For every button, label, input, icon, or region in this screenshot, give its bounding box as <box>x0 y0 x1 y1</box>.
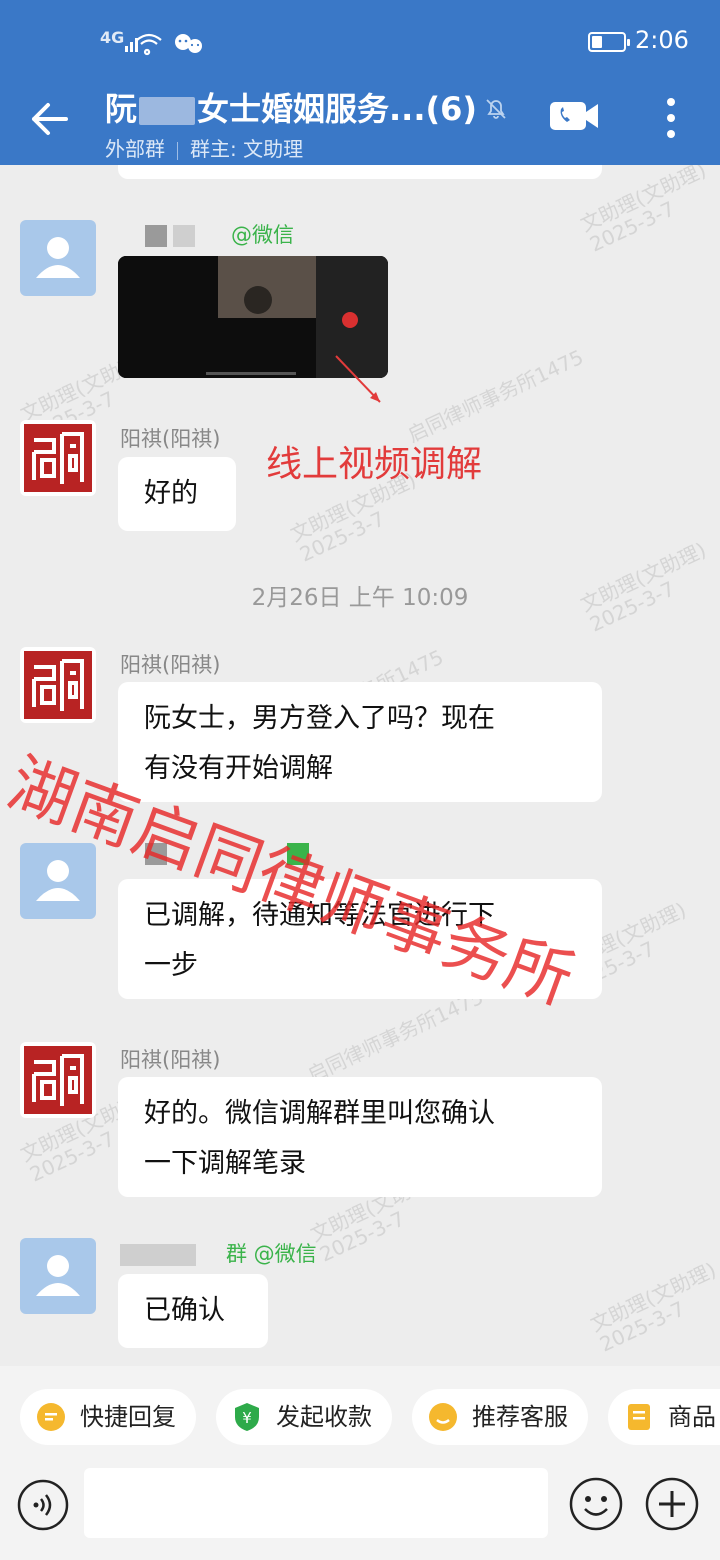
quick-reply-button[interactable]: 快捷回复 <box>20 1389 196 1445</box>
service-icon <box>429 1403 457 1431</box>
message-timestamp: 2月26日 上午 10:09 <box>251 585 469 611</box>
default-user-icon <box>36 860 80 901</box>
sender-name: 阳祺(阳祺) <box>120 653 221 677</box>
watermark: 启同律师事务所1475 <box>403 344 588 448</box>
back-arrow-icon[interactable] <box>26 96 72 142</box>
payment-button[interactable]: ¥ 发起收款 <box>216 1389 392 1445</box>
sender-name: 群 @微信 <box>120 1238 317 1268</box>
status-time: 2:06 <box>635 26 689 54</box>
annotation-arrow <box>335 355 381 403</box>
product-icon <box>628 1404 650 1430</box>
message-text: 一步 <box>144 950 198 981</box>
sender-name: 阳祺(阳祺) <box>120 427 221 451</box>
default-user-icon <box>36 1255 80 1296</box>
watermark: 文助理(文助理) 2025-3-7 <box>586 1257 720 1357</box>
message-text: 阮女士，男方登入了吗？现在 <box>144 703 495 734</box>
plus-icon[interactable] <box>644 1476 700 1532</box>
group-owner-label: 群主: 文助理 <box>190 137 304 161</box>
mute-bell-icon <box>486 99 506 119</box>
quick-reply-icon <box>37 1403 65 1431</box>
avatar[interactable] <box>20 220 96 296</box>
message-text: 一下调解笔录 <box>144 1148 306 1179</box>
message-text: 已确认 <box>144 1295 225 1326</box>
signal-wifi-wechat-icons <box>125 33 202 56</box>
message-input-bar <box>0 1466 720 1560</box>
message-bubble[interactable]: 已确认 <box>118 1274 268 1348</box>
chat-message-list[interactable]: 文助理(文助理) 2025-3-7 启同律师事务所1475 文助理(文助理) 202… <box>0 165 720 1365</box>
quick-action-bar: 快捷回复 ¥ 发起收款 推荐客服 商品 <box>0 1366 720 1466</box>
sender-name: 阳祺(阳祺) <box>120 1048 221 1072</box>
voice-input-icon[interactable] <box>16 1478 70 1532</box>
status-bar: 4G 2:06 <box>0 0 720 80</box>
group-title-suffix: 女士婚姻服务...(6) <box>197 90 478 128</box>
recommend-service-button[interactable]: 推荐客服 <box>412 1389 588 1445</box>
message-text: 好的。微信调解群里叫您确认 <box>144 1098 495 1129</box>
watermark: 文助理(文助理) 2025-3-7 <box>576 165 710 257</box>
previous-message-bubble <box>118 165 602 179</box>
chat-header: 4G 2:06 阮 女士婚姻服务...(6) 外部群 群主: 文助理 <box>0 0 720 165</box>
seal-avatar-icon <box>24 651 92 719</box>
avatar[interactable] <box>20 1238 96 1314</box>
seal-avatar-icon <box>24 1046 92 1114</box>
avatar[interactable] <box>20 843 96 919</box>
battery-icon <box>588 32 630 52</box>
avatar[interactable] <box>20 647 96 723</box>
redacted-mask <box>139 97 196 125</box>
seal-avatar-icon <box>24 424 92 492</box>
message-bubble[interactable]: 好的 <box>118 457 236 531</box>
svg-text:¥: ¥ <box>242 1409 252 1427</box>
watermark: 启同律师事务所1475 <box>303 984 488 1088</box>
emoji-icon[interactable] <box>568 1476 624 1532</box>
group-title[interactable]: 阮 女士婚姻服务...(6) <box>105 84 477 130</box>
annotation-label: 线上视频调解 <box>266 444 483 485</box>
sender-name: @微信 <box>145 219 294 249</box>
network-type: 4G <box>100 28 125 47</box>
group-subtitle: 外部群 群主: 文助理 <box>105 133 303 162</box>
more-options-icon[interactable] <box>658 96 684 140</box>
message-input[interactable] <box>84 1468 548 1538</box>
avatar[interactable] <box>20 420 96 496</box>
group-type-label: 外部群 <box>105 137 165 161</box>
phone-video-call-icon[interactable] <box>548 98 600 134</box>
group-title-prefix: 阮 <box>105 90 138 128</box>
message-bubble[interactable]: 好的。微信调解群里叫您确认 一下调解笔录 <box>118 1077 602 1197</box>
product-button[interactable]: 商品 <box>608 1389 720 1445</box>
payment-icon: ¥ <box>235 1403 259 1431</box>
default-user-icon <box>36 237 80 278</box>
message-text: 有没有开始调解 <box>144 753 333 784</box>
message-bubble[interactable]: 阮女士，男方登入了吗？现在 有没有开始调解 <box>118 682 602 802</box>
avatar[interactable] <box>20 1042 96 1118</box>
message-text: 好的 <box>144 478 198 509</box>
